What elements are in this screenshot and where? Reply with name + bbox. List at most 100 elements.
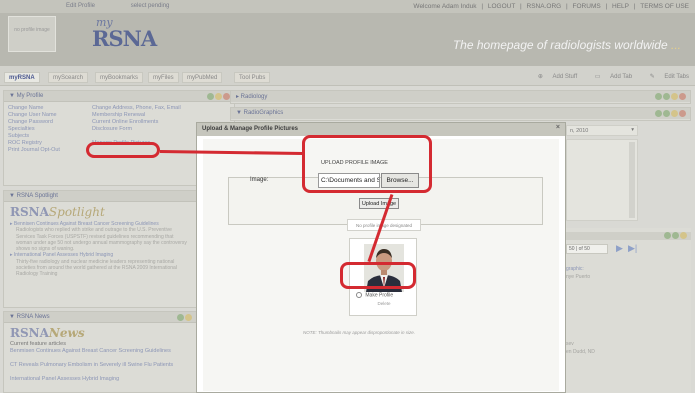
- make-profile-radio[interactable]: Make Profile: [356, 292, 393, 298]
- edit-tabs-button[interactable]: ✎ Edit Tabs: [642, 74, 689, 80]
- browse-button[interactable]: Browse...: [381, 173, 419, 188]
- thumbnail-note: NOTE: Thumbnails may appear disproportio…: [303, 330, 416, 335]
- change-password-link[interactable]: Change Password: [8, 119, 80, 126]
- tab-tools: ⊕ Add Stuff ▭ Add Tab ✎ Edit Tabs: [522, 73, 689, 80]
- terms-link[interactable]: TERMS OF USE: [640, 3, 689, 10]
- logout-link[interactable]: LOGOUT: [488, 3, 515, 10]
- refresh-icon[interactable]: [655, 110, 662, 117]
- date-select[interactable]: n, 2010 ▾: [566, 125, 638, 136]
- change-username-link[interactable]: Change User Name: [8, 112, 80, 119]
- separator: |: [481, 3, 484, 10]
- panel-title: ▼ RadioGraphics: [236, 110, 284, 116]
- tagline: The homepage of radiologists worldwide .…: [453, 38, 681, 52]
- print-journal-link[interactable]: Print Journal Opt-Out: [8, 147, 80, 154]
- add-tab-button[interactable]: ▭ Add Tab: [587, 74, 632, 80]
- logo-rsna: RSNA: [92, 26, 157, 51]
- last-icon[interactable]: ▶|: [628, 243, 637, 254]
- next-icon[interactable]: ▶: [616, 243, 623, 254]
- add-stuff-label: Add Stuff: [552, 74, 578, 80]
- tab-tool-pubs[interactable]: Tool Pubs: [234, 72, 271, 83]
- feed-list-box[interactable]: [566, 139, 638, 221]
- refresh-icon[interactable]: [664, 232, 671, 239]
- panel-header[interactable]: ▼ My Profile: [4, 91, 234, 102]
- panel-header[interactable]: ▼ RadioGraphics: [231, 108, 690, 119]
- edit-tabs-label: Edit Tabs: [664, 74, 689, 80]
- close-icon[interactable]: [679, 93, 686, 100]
- panel-header[interactable]: ▼ RSNA News: [4, 312, 196, 323]
- logo-main: RSNA: [10, 326, 49, 340]
- tab-mysearch[interactable]: myScearch: [48, 72, 89, 83]
- specialties-link[interactable]: Specialties: [8, 126, 80, 133]
- right-content-panel: 50 | of 50 ▶ ▶| graphic: nye Puerto sev …: [566, 228, 691, 393]
- separator: |: [605, 3, 608, 10]
- close-icon[interactable]: [223, 93, 230, 100]
- profile-photo[interactable]: [364, 244, 404, 292]
- tagline-text: The homepage of radiologists worldwide: [452, 38, 668, 52]
- delete-photo-link[interactable]: Delete: [350, 301, 418, 306]
- file-path-input[interactable]: C:\Documents and Se: [318, 173, 380, 188]
- site-header: Edit Profile select pending Welcome Adam…: [0, 0, 695, 66]
- forums-link[interactable]: FORUMS: [573, 3, 601, 10]
- upload-pending-link[interactable]: select pending: [131, 3, 170, 9]
- tab-myfiles[interactable]: myFiles: [148, 72, 179, 83]
- roc-registry-link[interactable]: ROC Registry: [8, 140, 80, 147]
- close-icon[interactable]: [679, 110, 686, 117]
- disclosure-form-link[interactable]: Disclosure Form: [92, 126, 182, 133]
- news-panel: ▼ RSNA News RSNANews Current feature art…: [3, 311, 197, 393]
- avatar[interactable]: no profile image: [8, 16, 56, 52]
- panel-controls: [663, 232, 687, 241]
- subjects-link[interactable]: Subjects: [8, 133, 80, 140]
- manage-profile-pictures-link[interactable]: Manage Profile Pictures: [92, 140, 182, 147]
- minimize-icon[interactable]: [671, 93, 678, 100]
- feed-text: nye Puerto: [566, 274, 591, 280]
- logo-italic: Spotlight: [48, 205, 105, 219]
- panel-controls: [654, 110, 686, 119]
- welcome-text: Welcome Adam Induk: [413, 3, 477, 10]
- pager-field[interactable]: 50 | of 50: [566, 244, 608, 254]
- panel-header[interactable]: ▸ Radiology: [231, 91, 690, 102]
- news-item-link[interactable]: Benmisen Continues Against Breast Cancer…: [10, 348, 190, 355]
- refresh-icon[interactable]: [207, 93, 214, 100]
- edit-profile-link[interactable]: Edit Profile: [66, 3, 95, 9]
- panel-title: ▼ RSNA Spotlight: [9, 193, 58, 199]
- profile-col-1: Change Name Change User Name Change Pass…: [8, 105, 80, 154]
- refresh-icon[interactable]: [655, 93, 662, 100]
- change-name-link[interactable]: Change Name: [8, 105, 80, 112]
- news-item-link[interactable]: CT Reveals Pulmonary Embolism in Severel…: [10, 362, 190, 369]
- upload-image-button[interactable]: Upload Image: [359, 198, 399, 209]
- membership-renewal-link[interactable]: Membership Renewal: [92, 112, 182, 119]
- tab-mypubmed[interactable]: myPubMed: [182, 72, 223, 83]
- online-enrollments-link[interactable]: Current Online Enrollments: [92, 119, 182, 126]
- panel-title: ▼ RSNA News: [9, 314, 50, 320]
- settings-icon[interactable]: [663, 110, 670, 117]
- refresh-icon[interactable]: [177, 314, 184, 321]
- graphic-link[interactable]: graphic:: [566, 266, 584, 272]
- minimize-icon[interactable]: [671, 110, 678, 117]
- add-icon: ⊕: [537, 74, 543, 80]
- news-item-link[interactable]: International Panel Assesses Hybrid Imag…: [10, 376, 190, 383]
- tab-bar: myRSNA myScearch myBookmarks myFiles myP…: [0, 66, 695, 86]
- tab-myrsna[interactable]: myRSNA: [4, 72, 40, 83]
- settings-icon[interactable]: [672, 232, 679, 239]
- help-link[interactable]: HELP: [612, 3, 629, 10]
- radio-button[interactable]: [356, 292, 362, 298]
- panel-header: [566, 232, 691, 240]
- top-bar: Edit Profile select pending Welcome Adam…: [0, 0, 695, 13]
- close-icon[interactable]: ×: [556, 124, 560, 131]
- dialog-body: UPLOAD PROFILE IMAGE Image: C:\Documents…: [203, 139, 559, 391]
- minimize-icon[interactable]: [215, 93, 222, 100]
- separator: |: [566, 3, 568, 10]
- tab-mybookmarks[interactable]: myBookmarks: [95, 72, 144, 83]
- minimize-icon[interactable]: [680, 232, 687, 239]
- dialog-title-bar[interactable]: Upload & Manage Profile Pictures ×: [197, 123, 565, 136]
- add-stuff-button[interactable]: ⊕ Add Stuff: [530, 74, 577, 80]
- change-address-link[interactable]: Change Address, Phone, Fax, Email: [92, 105, 182, 112]
- panel-controls: [654, 93, 686, 102]
- minimize-icon[interactable]: [185, 314, 192, 321]
- settings-icon[interactable]: [663, 93, 670, 100]
- rsna-org-link[interactable]: RSNA.ORG: [527, 3, 562, 10]
- scrollbar[interactable]: [629, 142, 635, 218]
- panel-header[interactable]: ▼ RSNA Spotlight: [4, 191, 196, 202]
